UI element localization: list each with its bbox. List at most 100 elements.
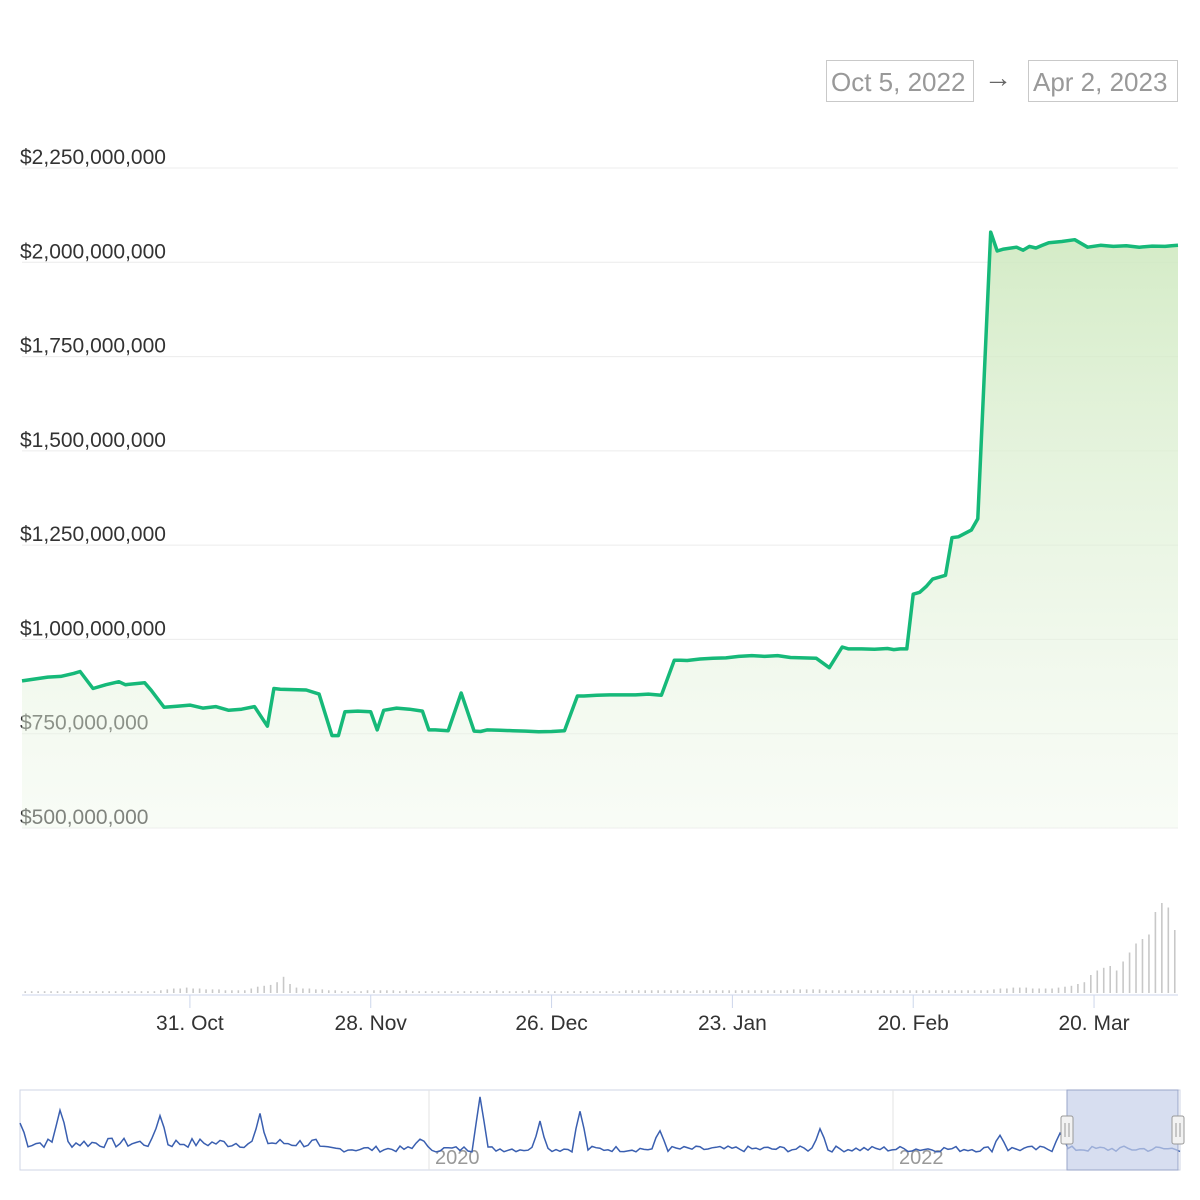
volume-bar xyxy=(392,990,395,993)
volume-bar xyxy=(1102,967,1105,993)
y-tick-label: $1,750,000,000 xyxy=(20,335,166,358)
x-tick-label: 26. Dec xyxy=(515,1012,587,1035)
volume-bar xyxy=(650,990,653,993)
volume-bar xyxy=(805,989,808,993)
y-tick-label: $2,250,000,000 xyxy=(20,146,166,169)
volume-bar xyxy=(889,990,892,993)
volume-bar xyxy=(799,989,802,993)
tvl-area-fill xyxy=(22,232,1178,829)
volume-bar xyxy=(308,988,311,993)
x-tick-label: 31. Oct xyxy=(156,1012,224,1035)
x-axis: 31. Oct 28. Nov 26. Dec 23. Jan 20. Feb 20. M… xyxy=(22,994,1178,1035)
volume-bar xyxy=(747,990,750,993)
volume-bar xyxy=(935,990,937,993)
volume-bar xyxy=(114,991,117,993)
volume-bar xyxy=(721,990,724,993)
volume-bar xyxy=(1051,988,1053,993)
volume-bar xyxy=(353,991,356,993)
volume-bar xyxy=(250,988,253,993)
volume-bar xyxy=(831,990,834,993)
volume-bar xyxy=(670,990,672,993)
volume-bar xyxy=(1090,975,1092,993)
volume-bar xyxy=(160,990,162,993)
volume-bar xyxy=(502,991,504,993)
volume-bar xyxy=(812,989,814,993)
volume-bar xyxy=(185,987,188,993)
volume-bar xyxy=(1115,970,1118,993)
volume-bar xyxy=(411,991,414,993)
volume-bar xyxy=(327,990,330,993)
volume-bar xyxy=(876,990,879,993)
volume-bar xyxy=(553,991,556,993)
y-tick-label: $1,500,000,000 xyxy=(20,429,166,452)
volume-bar xyxy=(515,991,517,993)
volume-bar xyxy=(980,990,982,993)
volume-bar xyxy=(986,990,989,993)
volume-bar xyxy=(1038,988,1040,993)
volume-bar xyxy=(1154,912,1157,993)
volume-bar xyxy=(24,991,27,993)
volume-bar xyxy=(418,991,420,993)
volume-bar xyxy=(863,990,866,993)
volume-bar xyxy=(773,990,776,993)
volume-bar xyxy=(838,990,840,993)
volume-bar xyxy=(579,991,582,993)
volume-bar xyxy=(121,991,123,993)
navigator-right-handle[interactable] xyxy=(1171,1115,1185,1145)
volume-bar xyxy=(760,990,763,993)
y-tick-label: $1,250,000,000 xyxy=(20,523,166,546)
volume-bar xyxy=(973,990,976,993)
volume-bar xyxy=(637,990,640,993)
volume-bar xyxy=(1148,934,1150,993)
volume-bar xyxy=(851,990,853,993)
volume-bar xyxy=(289,984,291,993)
handle-grip-icon xyxy=(1171,1115,1185,1145)
volume-bar xyxy=(315,989,317,993)
volume-bar xyxy=(625,990,627,993)
volume-bar xyxy=(967,990,969,993)
volume-bar xyxy=(386,990,388,993)
plot-area xyxy=(21,230,1179,829)
volume-bar xyxy=(683,990,685,993)
volume-bar xyxy=(786,990,789,993)
navigator-frame xyxy=(19,1089,1181,1171)
volume-bar xyxy=(76,991,78,993)
navigator-left-handle[interactable] xyxy=(1060,1115,1074,1145)
volume-bar xyxy=(870,990,873,993)
volume-bar xyxy=(896,990,898,993)
volume-bar xyxy=(767,990,769,993)
volume-bar xyxy=(728,990,730,993)
volume-bar xyxy=(398,991,401,993)
volume-bar xyxy=(282,976,285,993)
volume-bar xyxy=(1044,988,1047,993)
volume-bar xyxy=(741,990,743,993)
volume-bar xyxy=(1018,987,1021,993)
volume-bar xyxy=(1057,987,1060,993)
x-tick-label: 20. Mar xyxy=(1058,1012,1129,1035)
volume-bar xyxy=(482,991,485,993)
volume-bar xyxy=(954,990,956,993)
volume-bar xyxy=(437,991,440,993)
volume-bar xyxy=(541,991,543,993)
navigator[interactable]: 2020 2022 xyxy=(19,1089,1185,1171)
volume-bar xyxy=(715,990,718,993)
volume-bar xyxy=(127,991,130,993)
volume-bar xyxy=(224,990,227,993)
volume-bar xyxy=(50,991,52,993)
volume-bar xyxy=(95,991,98,993)
volume-bar xyxy=(1025,987,1028,993)
volume-bar xyxy=(676,990,679,993)
volume-bar xyxy=(205,989,207,993)
volume-bar xyxy=(993,989,995,993)
volume-bar xyxy=(657,990,659,993)
volume-bar xyxy=(360,991,362,993)
volume-bar xyxy=(792,989,795,993)
volume-bar xyxy=(56,991,59,993)
volume-bar xyxy=(818,989,821,993)
navigator-selection xyxy=(1066,1089,1179,1171)
volume-bar xyxy=(909,990,911,993)
volume-bar xyxy=(573,991,575,993)
volume-bar xyxy=(915,990,918,993)
volume-bars xyxy=(24,903,1176,993)
x-tick-label: 20. Feb xyxy=(878,1012,949,1035)
